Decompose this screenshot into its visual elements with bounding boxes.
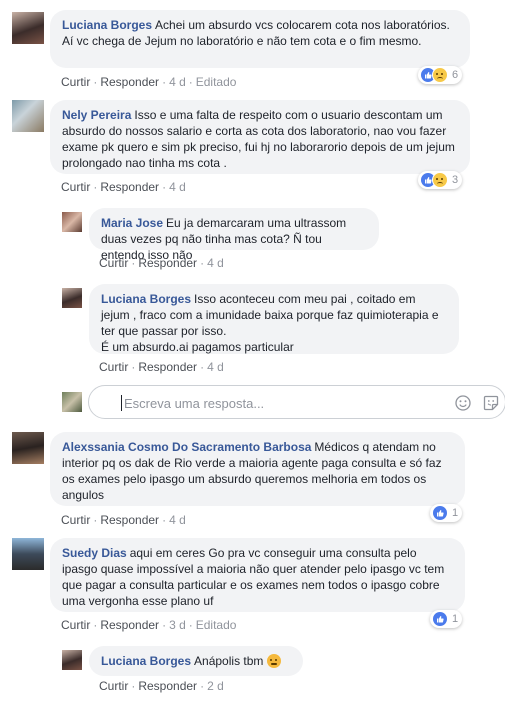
reply-bubble: Maria Jose Eu ja demarcaram uma ultrassom…	[89, 208, 379, 262]
comment-actions: Curtir · Responder · 4 d	[99, 360, 224, 374]
text-caret	[121, 395, 122, 411]
comment-bubble: Luciana Borges Achei um absurdo vcs coloc…	[50, 10, 470, 68]
avatar[interactable]	[12, 538, 44, 570]
avatar[interactable]	[62, 212, 82, 232]
comment-actions: Curtir · Responder · 4 d · Editado	[61, 75, 237, 89]
reply-link[interactable]: Responder	[138, 256, 197, 270]
current-user-avatar	[62, 392, 82, 412]
reply-link[interactable]: Responder	[138, 679, 197, 693]
avatar[interactable]	[62, 288, 82, 308]
reaction-count: 1	[452, 507, 459, 519]
reply-link[interactable]: Responder	[100, 513, 159, 527]
reaction-count: 1	[452, 613, 459, 625]
angry-emoji-icon	[266, 654, 281, 668]
reaction-summary[interactable]: 1	[430, 610, 463, 628]
reaction-summary[interactable]: 6	[418, 66, 463, 84]
comment-author[interactable]: Luciana Borges	[101, 654, 191, 668]
reply-link[interactable]: Responder	[100, 180, 159, 194]
like-link[interactable]: Curtir	[61, 513, 90, 527]
comment-author[interactable]: Maria Jose	[101, 216, 163, 230]
comment-actions: Curtir · Responder · 4 d	[61, 513, 186, 527]
like-reaction-icon	[432, 505, 448, 521]
comment-actions: Curtir · Responder · 2 d	[99, 679, 224, 693]
emoji-icon[interactable]	[454, 394, 472, 412]
comment-actions: Curtir · Responder · 4 d	[99, 256, 224, 270]
avatar[interactable]	[12, 12, 44, 44]
comment-author[interactable]: Suedy Dias	[62, 546, 127, 560]
sad-reaction-icon	[432, 172, 448, 188]
reaction-count: 6	[452, 69, 459, 81]
timestamp[interactable]: 4 d	[169, 75, 186, 89]
edited-label[interactable]: Editado	[196, 618, 237, 632]
reply-link[interactable]: Responder	[138, 360, 197, 374]
reply-bubble: Luciana Borges Isso aconteceu com meu pai…	[89, 284, 459, 354]
timestamp[interactable]: 4 d	[207, 256, 224, 270]
comment-text: Anápolis tbm	[194, 654, 264, 668]
comment-actions: Curtir · Responder · 3 d · Editado	[61, 618, 237, 632]
comment-author[interactable]: Luciana Borges	[101, 292, 191, 306]
avatar[interactable]	[12, 100, 44, 132]
reply-input-placeholder: Escreva uma resposta...	[124, 396, 265, 411]
edited-label[interactable]: Editado	[196, 75, 237, 89]
reply-bubble: Luciana Borges Anápolis tbm	[89, 646, 303, 676]
timestamp[interactable]: 4 d	[207, 360, 224, 374]
avatar[interactable]	[62, 650, 82, 670]
timestamp[interactable]: 4 d	[169, 180, 186, 194]
like-link[interactable]: Curtir	[61, 75, 90, 89]
like-reaction-icon	[432, 611, 448, 627]
like-link[interactable]: Curtir	[61, 180, 90, 194]
reply-link[interactable]: Responder	[100, 75, 159, 89]
like-link[interactable]: Curtir	[61, 618, 90, 632]
like-link[interactable]: Curtir	[99, 679, 128, 693]
reaction-count: 3	[452, 174, 459, 186]
like-link[interactable]: Curtir	[99, 360, 128, 374]
comment-actions: Curtir · Responder · 4 d	[61, 180, 186, 194]
comment-bubble: Alexssania Cosmo Do Sacramento Barbosa Mé…	[50, 432, 465, 506]
reaction-summary[interactable]: 1	[430, 504, 463, 522]
timestamp[interactable]: 2 d	[207, 679, 224, 693]
sticker-icon[interactable]	[482, 394, 500, 412]
reply-link[interactable]: Responder	[100, 618, 159, 632]
comment-author[interactable]: Luciana Borges	[62, 18, 152, 32]
comment-bubble: Suedy Dias aqui em ceres Go pra vc conseg…	[50, 538, 465, 612]
reaction-summary[interactable]: 3	[418, 171, 463, 189]
like-link[interactable]: Curtir	[99, 256, 128, 270]
timestamp[interactable]: 4 d	[169, 513, 186, 527]
avatar[interactable]	[12, 432, 44, 464]
comment-author[interactable]: Alexssania Cosmo Do Sacramento Barbosa	[62, 440, 311, 454]
timestamp[interactable]: 3 d	[169, 618, 186, 632]
sad-reaction-icon	[432, 67, 448, 83]
comment-bubble: Nely Pereira Isso e uma falta de respeito…	[50, 100, 470, 174]
comment-author[interactable]: Nely Pereira	[62, 108, 131, 122]
